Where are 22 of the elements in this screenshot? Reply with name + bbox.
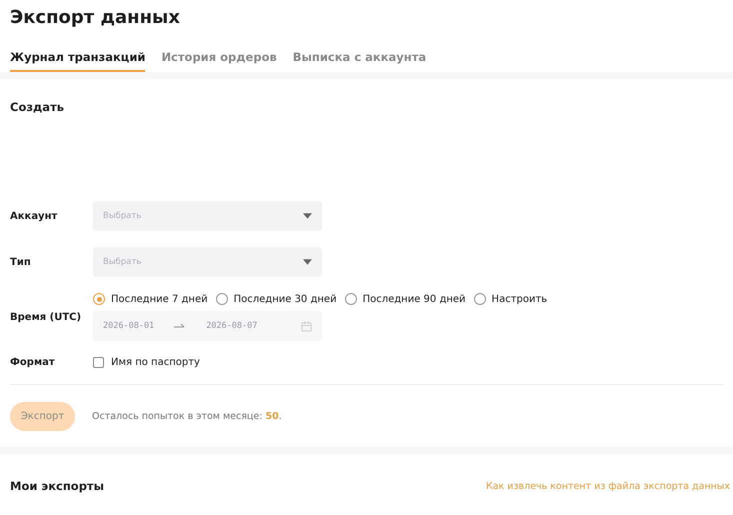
radio-option[interactable]: Последние 90 дней — [344, 293, 466, 305]
checkbox-option[interactable]: Имя по паспорту — [93, 357, 200, 368]
radio-option[interactable]: Последние 7 дней — [93, 293, 208, 305]
field-label: Формат — [10, 357, 56, 368]
type-select[interactable]: Выбрать — [93, 247, 322, 277]
section-heading: Мои экспорты — [10, 478, 104, 494]
radio-option[interactable]: Последние 30 дней — [216, 293, 337, 305]
field-label: Аккаунт — [10, 210, 58, 222]
page-title: Экспорт данных — [9, 6, 181, 30]
field-label: Время (UTC) — [10, 312, 82, 322]
arrow-icon — [174, 323, 186, 329]
section-heading: Создать — [10, 99, 66, 115]
tab[interactable]: История ордеров — [161, 50, 277, 72]
calendar-icon — [301, 320, 312, 332]
caret-icon — [303, 213, 312, 219]
account-select[interactable]: Выбрать — [93, 201, 322, 231]
help-link[interactable]: Как извлечь контент из файла экспорта данных — [486, 480, 730, 492]
tab[interactable]: Выписка с аккаунта — [292, 50, 426, 72]
attempts-text: Осталось попыток в этом месяце: 50. — [92, 411, 282, 422]
field-label: Тип — [10, 256, 32, 268]
radio-option[interactable]: Настроить — [474, 293, 548, 305]
caret-icon — [303, 259, 312, 265]
